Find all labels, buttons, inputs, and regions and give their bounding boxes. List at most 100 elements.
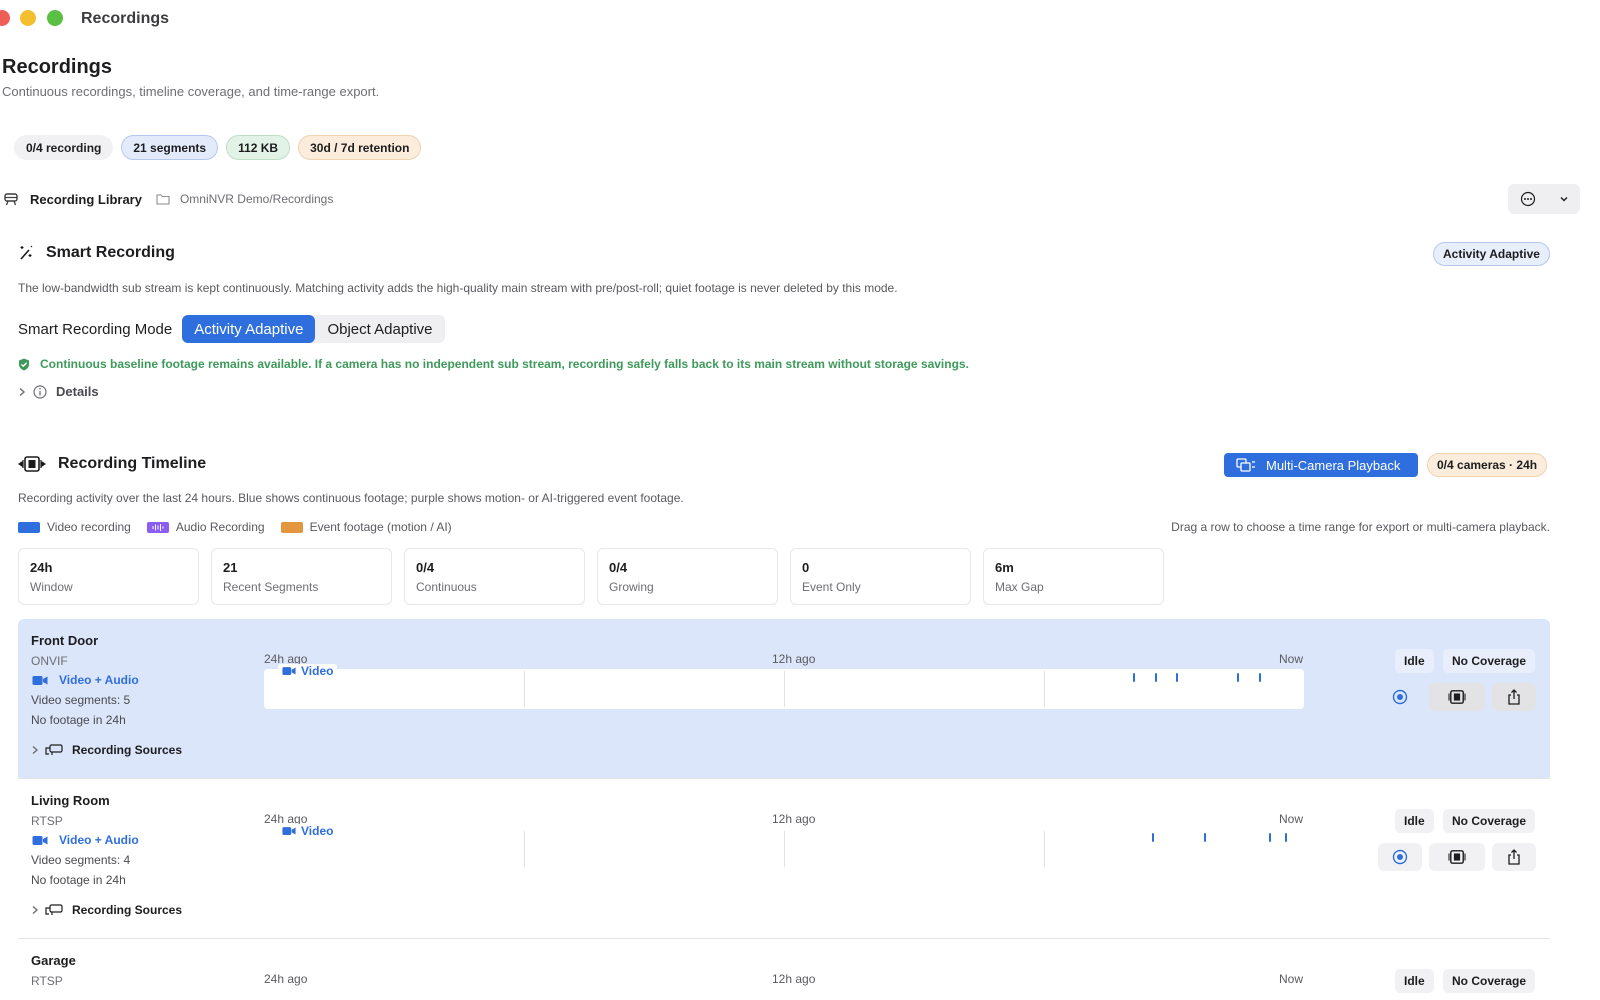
- chevron-right-icon: [32, 905, 39, 915]
- video-camera-icon: [282, 827, 296, 835]
- legend-video: Video recording: [18, 520, 131, 534]
- cameras-window-badge: 0/4 cameras · 24h: [1427, 453, 1548, 477]
- video-camera-icon: [32, 675, 48, 685]
- coverage-track[interactable]: [264, 669, 1304, 709]
- summary-pills: 0/4 recording 21 segments 112 KB 30d / 7…: [14, 135, 422, 160]
- camera-sources-icon: [45, 904, 63, 915]
- recording-sources-label: Recording Sources: [72, 903, 183, 917]
- legend-video-label: Video recording: [47, 520, 131, 534]
- coverage-chip: No Coverage: [1443, 969, 1536, 993]
- timeline-stats: 24h Window 21 Recent Segments 0/4 Continuou…: [18, 548, 1164, 605]
- recording-timeline-header: Recording Timeline: [18, 455, 206, 473]
- chevron-down-icon: [1560, 197, 1567, 202]
- axis-label-end: Now: [1279, 652, 1304, 666]
- record-button[interactable]: [1378, 683, 1422, 711]
- recording-library-label: Recording Library: [30, 191, 142, 207]
- coverage-chip: No Coverage: [1443, 809, 1536, 833]
- video-camera-icon: [32, 835, 48, 845]
- details-disclosure[interactable]: Details: [18, 384, 99, 399]
- magic-wand-icon: [20, 245, 33, 260]
- shield-check-icon: [19, 358, 29, 370]
- stat-value: 24h: [30, 560, 53, 575]
- track-video-chip: Video: [278, 824, 338, 838]
- coverage-track[interactable]: [264, 829, 1304, 869]
- camera-row-front-door[interactable]: Front Door ONVIF Video + Audio Video seg…: [18, 619, 1550, 779]
- camera-row-living-room[interactable]: Living Room RTSP Video + Audio Video seg…: [18, 779, 1550, 939]
- library-path[interactable]: OmniNVR Demo/Recordings: [180, 192, 333, 206]
- page-subtitle: Continuous recordings, timeline coverage…: [2, 84, 380, 99]
- stat-label: Recent Segments: [223, 580, 319, 594]
- axis-label-start: 24h ago: [264, 972, 308, 986]
- film-strip-icon: [1448, 690, 1466, 704]
- stat-label: Max Gap: [995, 580, 1044, 594]
- status-chip: Idle: [1395, 969, 1434, 993]
- library-actions-menu[interactable]: [1508, 184, 1580, 214]
- export-button[interactable]: [1492, 843, 1536, 871]
- stat-label: Event Only: [802, 580, 861, 594]
- share-icon: [1508, 849, 1520, 865]
- axis-label-end: Now: [1279, 972, 1304, 986]
- storage-size-pill: 112 KB: [226, 135, 291, 160]
- baseline-notice-text: Continuous baseline footage remains avai…: [40, 357, 969, 371]
- mode-activity-adaptive[interactable]: Activity Adaptive: [182, 315, 316, 343]
- title-bar: Recordings: [0, 0, 1600, 38]
- segments-pill: 21 segments: [121, 135, 219, 160]
- baseline-notice: Continuous baseline footage remains avai…: [18, 357, 969, 371]
- coverage-chip: No Coverage: [1443, 649, 1536, 673]
- recording-sources-label: Recording Sources: [72, 743, 183, 757]
- record-button[interactable]: [1378, 843, 1422, 871]
- recording-library-row: Recording Library OmniNVR Demo/Recording…: [0, 184, 1580, 214]
- stat-value: 0/4: [609, 560, 628, 575]
- export-button[interactable]: [1492, 683, 1536, 711]
- camera-name: Living Room: [31, 793, 110, 808]
- stat-window: 24h Window: [18, 548, 199, 605]
- recording-sources-disclosure[interactable]: Recording Sources: [31, 903, 182, 917]
- playback-button[interactable]: [1429, 843, 1485, 871]
- segment-marker: [1285, 833, 1287, 842]
- segment-marker: [1176, 673, 1178, 682]
- stat-growing: 0/4 Growing: [597, 548, 778, 605]
- smart-recording-title: Smart Recording: [46, 244, 175, 261]
- smart-mode-segmented-control: Activity Adaptive Object Adaptive: [182, 315, 445, 343]
- segment-marker: [1237, 673, 1239, 682]
- stat-max-gap: 6m Max Gap: [983, 548, 1164, 605]
- segment-marker: [1133, 673, 1135, 682]
- axis-label-end: Now: [1279, 812, 1304, 826]
- playback-button[interactable]: [1429, 683, 1485, 711]
- track-chip-label: Video: [301, 664, 334, 678]
- track-chip-label: Video: [301, 824, 334, 838]
- stat-value: 0/4: [416, 560, 435, 575]
- smart-mode-row: Smart Recording Mode Activity Adaptive O…: [18, 315, 445, 343]
- camera-media-label: Video + Audio: [59, 673, 139, 687]
- camera-row-garage[interactable]: Garage RTSP 24h ago 12h ago Now Idle No …: [18, 939, 1550, 1000]
- camera-media-type: Video + Audio: [32, 673, 139, 687]
- stat-value: 6m: [995, 560, 1014, 575]
- audio-waveform-icon: [146, 521, 169, 533]
- minimize-window-button[interactable]: [20, 10, 36, 26]
- recording-sources-disclosure[interactable]: Recording Sources: [31, 743, 182, 757]
- segment-marker: [1204, 833, 1206, 842]
- segment-marker: [1269, 833, 1271, 842]
- multi-camera-playback-button[interactable]: Multi-Camera Playback: [1224, 453, 1418, 477]
- timeline-description: Recording activity over the last 24 hour…: [18, 491, 684, 505]
- drag-hint: Drag a row to choose a time range for ex…: [1171, 520, 1550, 534]
- camera-name: Garage: [31, 953, 76, 968]
- smart-recording-description: The low-bandwidth sub stream is kept con…: [18, 281, 898, 295]
- zoom-window-button[interactable]: [47, 10, 63, 26]
- legend-audio-label: Audio Recording: [175, 520, 265, 534]
- axis-label-mid: 12h ago: [772, 972, 816, 986]
- camera-media-type: Video + Audio: [32, 833, 139, 847]
- smart-mode-badge: Activity Adaptive: [1433, 242, 1550, 266]
- close-window-button[interactable]: [0, 10, 10, 26]
- page-title: Recordings: [2, 56, 113, 78]
- library-icon: [4, 193, 18, 206]
- legend-audio: Audio Recording: [146, 520, 265, 534]
- stat-label: Window: [30, 580, 73, 594]
- film-strip-icon: [18, 456, 46, 472]
- share-icon: [1508, 689, 1520, 705]
- mode-object-adaptive[interactable]: Object Adaptive: [315, 315, 444, 343]
- stat-continuous: 0/4 Continuous: [404, 548, 585, 605]
- status-chip: Idle: [1395, 649, 1434, 673]
- camera-segment-count: Video segments: 4: [31, 853, 131, 867]
- video-swatch: [18, 521, 40, 533]
